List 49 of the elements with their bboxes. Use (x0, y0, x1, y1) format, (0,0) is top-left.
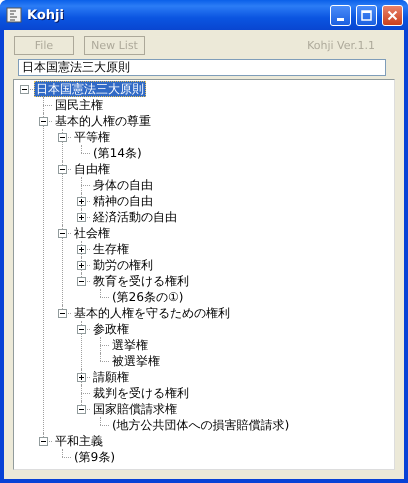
tree-item[interactable]: 日本国憲法三大原則 (34, 81, 146, 97)
tree-toggle[interactable] (58, 133, 67, 142)
tree-item[interactable]: (第26条の①) (110, 289, 186, 305)
tree-item[interactable]: 裁判を受ける権利 (91, 385, 191, 401)
tree-item[interactable]: 勤労の権利 (91, 257, 155, 273)
maximize-button[interactable] (356, 4, 377, 26)
tree-item[interactable]: 平和主義 (53, 433, 105, 449)
minimize-button[interactable] (330, 4, 351, 26)
tree-toggle[interactable] (20, 85, 29, 94)
tree-item[interactable]: 国民主権 (53, 97, 105, 113)
tree-toggle[interactable] (58, 229, 67, 238)
tree-item[interactable]: 自由権 (72, 161, 112, 177)
tree-item[interactable]: 基本的人権を守るための権利 (72, 305, 232, 321)
tree-item[interactable]: 経済活動の自由 (91, 209, 179, 225)
maximize-icon (361, 10, 372, 20)
tree-toggle[interactable] (58, 309, 67, 318)
tree-item[interactable]: 基本的人権の尊重 (53, 113, 153, 129)
tree-toggle[interactable] (77, 325, 86, 334)
tree-item[interactable]: 参政権 (91, 321, 131, 337)
tree-item[interactable]: 請願権 (91, 369, 131, 385)
tree-item[interactable]: 教育を受ける権利 (91, 273, 191, 289)
tree-item[interactable]: 生存権 (91, 241, 131, 257)
app-icon (6, 7, 22, 23)
tree-toggle[interactable] (77, 213, 86, 222)
tree-item[interactable]: 精神の自由 (91, 193, 155, 209)
tree-toggle[interactable] (77, 245, 86, 254)
tree-toggle[interactable] (77, 405, 86, 414)
minimize-icon (337, 18, 344, 20)
tree-item[interactable]: (地方公共団体への損害賠償請求) (110, 417, 292, 433)
tree-item[interactable]: (第9条) (72, 449, 117, 465)
tree-item[interactable]: 被選挙権 (110, 353, 162, 369)
tree-item[interactable]: 選挙権 (110, 337, 150, 353)
tree-toggle[interactable] (77, 197, 86, 206)
close-icon (387, 10, 398, 20)
tree-toggle[interactable] (39, 437, 48, 446)
tree-toggle[interactable] (39, 117, 48, 126)
tree-toggle[interactable] (77, 373, 86, 382)
close-button[interactable] (382, 4, 403, 26)
version-label: Kohji Ver.1.1 (307, 39, 375, 52)
tree-item[interactable]: 社会権 (72, 225, 112, 241)
tree-item[interactable]: 平等権 (72, 129, 112, 145)
tree-toggle[interactable] (77, 261, 86, 270)
tree-toggle[interactable] (77, 277, 86, 286)
tree-item[interactable]: (第14条) (91, 145, 144, 161)
tree-item[interactable]: 身体の自由 (91, 177, 155, 193)
tree-item[interactable]: 国家賠償請求権 (91, 401, 179, 417)
window-title: Kohji (27, 8, 65, 22)
title-field[interactable]: 日本国憲法三大原則 (18, 59, 386, 76)
tree-toggle[interactable] (58, 165, 67, 174)
